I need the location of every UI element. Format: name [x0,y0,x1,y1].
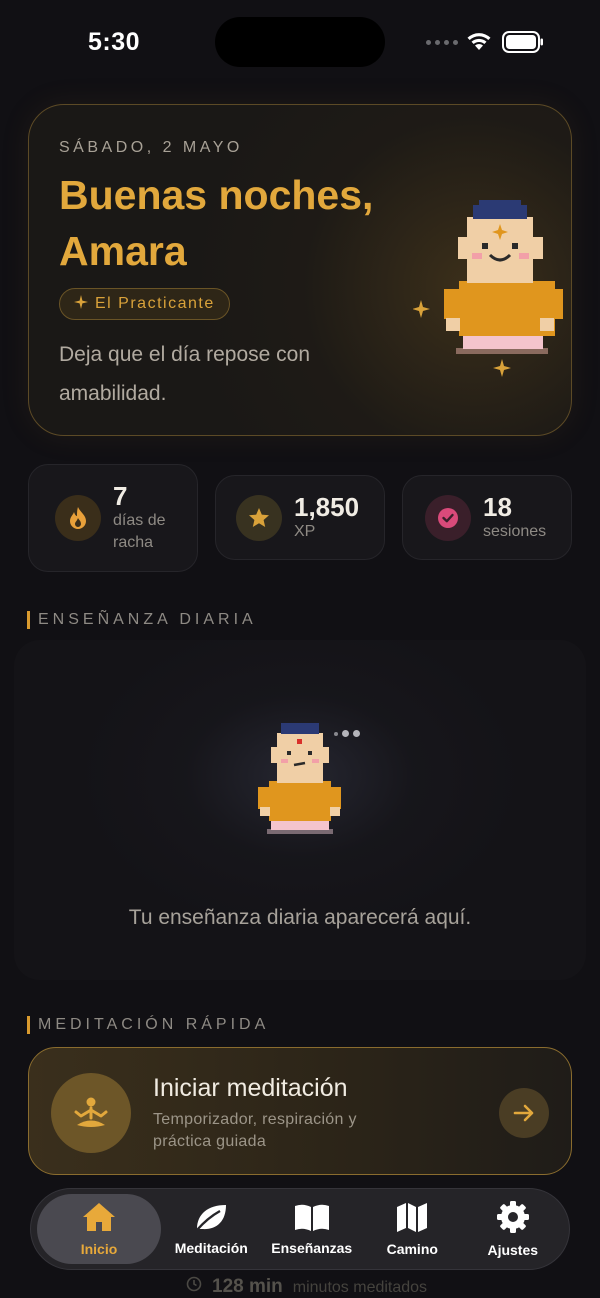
map-icon [395,1201,429,1236]
tab-label: Inicio [80,1241,118,1257]
status-time: 5:30 [88,28,141,56]
rank-badge: El Practicante [59,288,230,320]
minutes-label: minutos meditados [292,1279,428,1296]
streak-value: 7 [113,481,128,511]
battery-icon [502,31,544,58]
book-icon [293,1202,331,1235]
cellular-signal-icon [426,40,458,45]
tab-inicio[interactable]: Inicio [37,1194,161,1264]
greeting-title: Buenas noches, Amara [59,172,374,274]
date-label: SÁBADO, 2 MAYO [59,139,243,156]
tab-label: Ajustes [487,1242,539,1258]
quick-meditation-heading: MEDITACIÓN RÁPIDA [27,1016,269,1034]
daily-teaching-heading: ENSEÑANZA DIARIA [27,611,257,629]
tab-label: Meditación [174,1240,248,1256]
start-meditation-subtitle: Temporizador, respiración y práctica gui… [153,1111,357,1150]
leaf-icon [194,1202,228,1235]
gear-icon [496,1200,530,1237]
tab-bar: Inicio Meditación Enseñanzas Camino Ajus… [30,1188,570,1270]
greeting-card: SÁBADO, 2 MAYO Buenas noches, Amara El P… [28,104,572,436]
xp-label: XP [294,522,316,540]
sessions-value: 18 [483,491,512,522]
tab-ensenanzas[interactable]: Enseñanzas [262,1194,363,1264]
stat-sessions: 18 sesiones [402,475,572,560]
tab-ajustes[interactable]: Ajustes [463,1194,564,1264]
minutes-value: 128 min [212,1276,283,1297]
meditating-person-icon [51,1073,131,1153]
dynamic-island [215,17,385,67]
streak-label: días de racha [113,512,166,551]
tab-label: Camino [386,1241,438,1257]
tab-camino[interactable]: Camino [362,1194,463,1264]
monk-avatar[interactable] [412,197,570,392]
sessions-label: sesiones [483,522,547,540]
stat-xp: 1,850 XP [215,475,385,560]
home-icon [81,1201,117,1236]
tab-meditacion[interactable]: Meditación [161,1194,262,1264]
start-meditation-card[interactable]: Iniciar meditación Temporizador, respira… [28,1047,572,1175]
thinking-monk-avatar [257,723,347,840]
sparkle-icon [74,294,88,314]
rank-label: El Practicante [95,295,215,312]
minutes-meditated-stat: 128 min minutos meditados [186,1276,427,1298]
thinking-dots [334,730,360,737]
check-circle-icon [425,494,471,541]
xp-value: 1,850 [294,491,360,522]
tab-label: Enseñanzas [271,1240,353,1256]
greeting-tagline: Deja que el día repose con amabilidad. [59,343,311,405]
start-meditation-title: Iniciar meditación [153,1074,348,1102]
flame-icon [55,495,101,541]
stat-streak: 7 días de racha [28,464,198,572]
wifi-icon [465,30,493,57]
clock-icon [186,1276,202,1298]
daily-teaching-panel: Tu enseñanza diaria aparecerá aquí. [14,640,586,980]
star-icon [236,494,282,541]
arrow-right-icon[interactable] [499,1088,549,1138]
daily-teaching-placeholder: Tu enseñanza diaria aparecerá aquí. [128,906,472,929]
